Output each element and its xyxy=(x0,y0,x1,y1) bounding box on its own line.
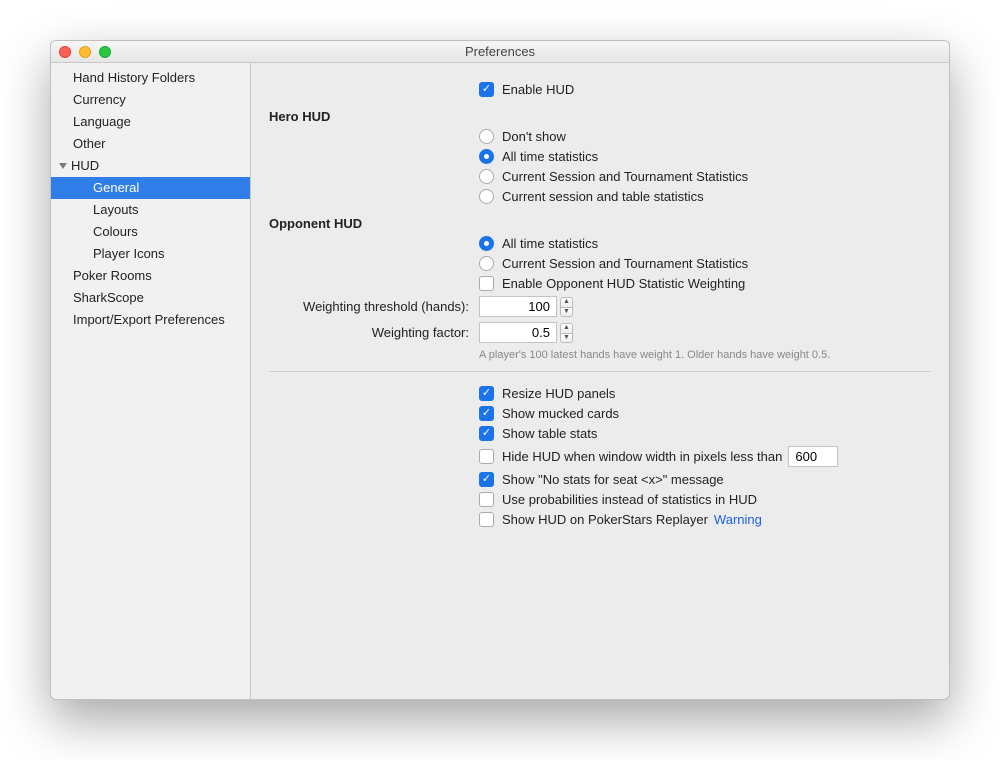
weighting-factor-label: Weighting factor: xyxy=(269,325,479,340)
sidebar: Hand History Folders Currency Language Othe… xyxy=(51,63,251,699)
checkbox-label: Show HUD on PokerStars Replayer xyxy=(502,512,708,527)
hero-option-row: Current session and table statistics xyxy=(479,189,931,204)
sidebar-item-colours[interactable]: Colours xyxy=(51,221,250,243)
sidebar-item-import-export-preferences[interactable]: Import/Export Preferences xyxy=(51,309,250,331)
sidebar-item-sharkscope[interactable]: SharkScope xyxy=(51,287,250,309)
enable-hud-row: Enable HUD xyxy=(479,82,931,97)
checkbox[interactable] xyxy=(479,426,494,441)
hero-radio-label: Don't show xyxy=(502,129,566,144)
stepper-up-icon[interactable]: ▲ xyxy=(560,297,573,307)
checkbox[interactable] xyxy=(479,449,494,464)
sidebar-item-label: Colours xyxy=(93,224,138,239)
sidebar-item-label: Currency xyxy=(73,92,126,107)
sidebar-item-label: General xyxy=(93,180,139,195)
stepper-up-icon[interactable]: ▲ xyxy=(560,323,573,333)
sidebar-item-poker-rooms[interactable]: Poker Rooms xyxy=(51,265,250,287)
checkbox-label: Resize HUD panels xyxy=(502,386,615,401)
enable-weighting-checkbox[interactable] xyxy=(479,276,494,291)
sidebar-item-label: Poker Rooms xyxy=(73,268,152,283)
window-title: Preferences xyxy=(51,44,949,59)
stepper-down-icon[interactable]: ▼ xyxy=(560,333,573,343)
hero-option-row: All time statistics xyxy=(479,149,931,164)
opponent-option-row: All time statistics xyxy=(479,236,931,251)
weighting-factor-row: Weighting factor: ▲ ▼ xyxy=(269,322,931,343)
sidebar-item-player-icons[interactable]: Player Icons xyxy=(51,243,250,265)
sidebar-item-label: Other xyxy=(73,136,106,151)
hero-option-row: Don't show xyxy=(479,129,931,144)
hero-radio[interactable] xyxy=(479,189,494,204)
hero-option-row: Current Session and Tournament Statistic… xyxy=(479,169,931,184)
opponent-radio-label: All time statistics xyxy=(502,236,598,251)
check-row: Hide HUD when window width in pixels les… xyxy=(479,446,931,467)
sidebar-item-label: HUD xyxy=(71,158,99,173)
sidebar-item-currency[interactable]: Currency xyxy=(51,89,250,111)
enable-hud-label: Enable HUD xyxy=(502,82,574,97)
sidebar-item-hand-history-folders[interactable]: Hand History Folders xyxy=(51,67,250,89)
sidebar-item-label: Player Icons xyxy=(93,246,165,261)
check-row: Show "No stats for seat <x>" message xyxy=(479,472,931,487)
sidebar-item-layouts[interactable]: Layouts xyxy=(51,199,250,221)
opponent-radio[interactable] xyxy=(479,256,494,271)
checkbox-label: Hide HUD when window width in pixels les… xyxy=(502,449,782,464)
sidebar-item-label: Hand History Folders xyxy=(73,70,195,85)
hero-radio[interactable] xyxy=(479,129,494,144)
checkbox-label: Show mucked cards xyxy=(502,406,619,421)
sidebar-item-language[interactable]: Language xyxy=(51,111,250,133)
sidebar-item-hud[interactable]: HUD xyxy=(51,155,250,177)
hero-radio-label: Current session and table statistics xyxy=(502,189,704,204)
hero-radio-label: Current Session and Tournament Statistic… xyxy=(502,169,748,184)
checkbox-label: Use probabilities instead of statistics … xyxy=(502,492,757,507)
checkbox[interactable] xyxy=(479,492,494,507)
content-area: Hand History Folders Currency Language Othe… xyxy=(51,63,949,699)
weighting-threshold-label: Weighting threshold (hands): xyxy=(269,299,479,314)
main-panel: Enable HUD Hero HUD Don't show All time s… xyxy=(251,63,949,699)
opponent-radio-label: Current Session and Tournament Statistic… xyxy=(502,256,748,271)
sidebar-item-general[interactable]: General xyxy=(51,177,250,199)
enable-weighting-row: Enable Opponent HUD Statistic Weighting xyxy=(479,276,931,291)
hide-hud-width-input[interactable] xyxy=(788,446,838,467)
sidebar-item-label: Import/Export Preferences xyxy=(73,312,225,327)
check-row: Show HUD on PokerStars Replayer Warning xyxy=(479,512,931,527)
opponent-option-row: Current Session and Tournament Statistic… xyxy=(479,256,931,271)
enable-hud-checkbox[interactable] xyxy=(479,82,494,97)
sidebar-item-other[interactable]: Other xyxy=(51,133,250,155)
check-row: Resize HUD panels xyxy=(479,386,931,401)
check-row: Use probabilities instead of statistics … xyxy=(479,492,931,507)
weighting-factor-input[interactable] xyxy=(479,322,557,343)
checkbox-label: Show table stats xyxy=(502,426,597,441)
hero-radio-label: All time statistics xyxy=(502,149,598,164)
weighting-threshold-input[interactable] xyxy=(479,296,557,317)
weighting-hint: A player's 100 latest hands have weight … xyxy=(479,349,931,361)
divider xyxy=(269,371,931,372)
weighting-threshold-row: Weighting threshold (hands): ▲ ▼ xyxy=(269,296,931,317)
check-row: Show table stats xyxy=(479,426,931,441)
hero-radio[interactable] xyxy=(479,149,494,164)
stepper-down-icon[interactable]: ▼ xyxy=(560,307,573,317)
warning-link[interactable]: Warning xyxy=(714,512,762,527)
preferences-window: Preferences Hand History Folders Currency… xyxy=(50,40,950,700)
enable-weighting-label: Enable Opponent HUD Statistic Weighting xyxy=(502,276,745,291)
weighting-threshold-stepper: ▲ ▼ xyxy=(479,296,573,317)
checkbox[interactable] xyxy=(479,386,494,401)
checkbox-label: Show "No stats for seat <x>" message xyxy=(502,472,724,487)
hero-radio[interactable] xyxy=(479,169,494,184)
titlebar: Preferences xyxy=(51,41,949,63)
checkbox[interactable] xyxy=(479,512,494,527)
checkbox[interactable] xyxy=(479,406,494,421)
sidebar-item-label: Layouts xyxy=(93,202,139,217)
opponent-radio[interactable] xyxy=(479,236,494,251)
sidebar-item-label: SharkScope xyxy=(73,290,144,305)
check-row: Show mucked cards xyxy=(479,406,931,421)
sidebar-item-label: Language xyxy=(73,114,131,129)
hero-hud-heading: Hero HUD xyxy=(269,109,931,124)
checkbox[interactable] xyxy=(479,472,494,487)
weighting-factor-stepper: ▲ ▼ xyxy=(479,322,573,343)
opponent-hud-heading: Opponent HUD xyxy=(269,216,931,231)
